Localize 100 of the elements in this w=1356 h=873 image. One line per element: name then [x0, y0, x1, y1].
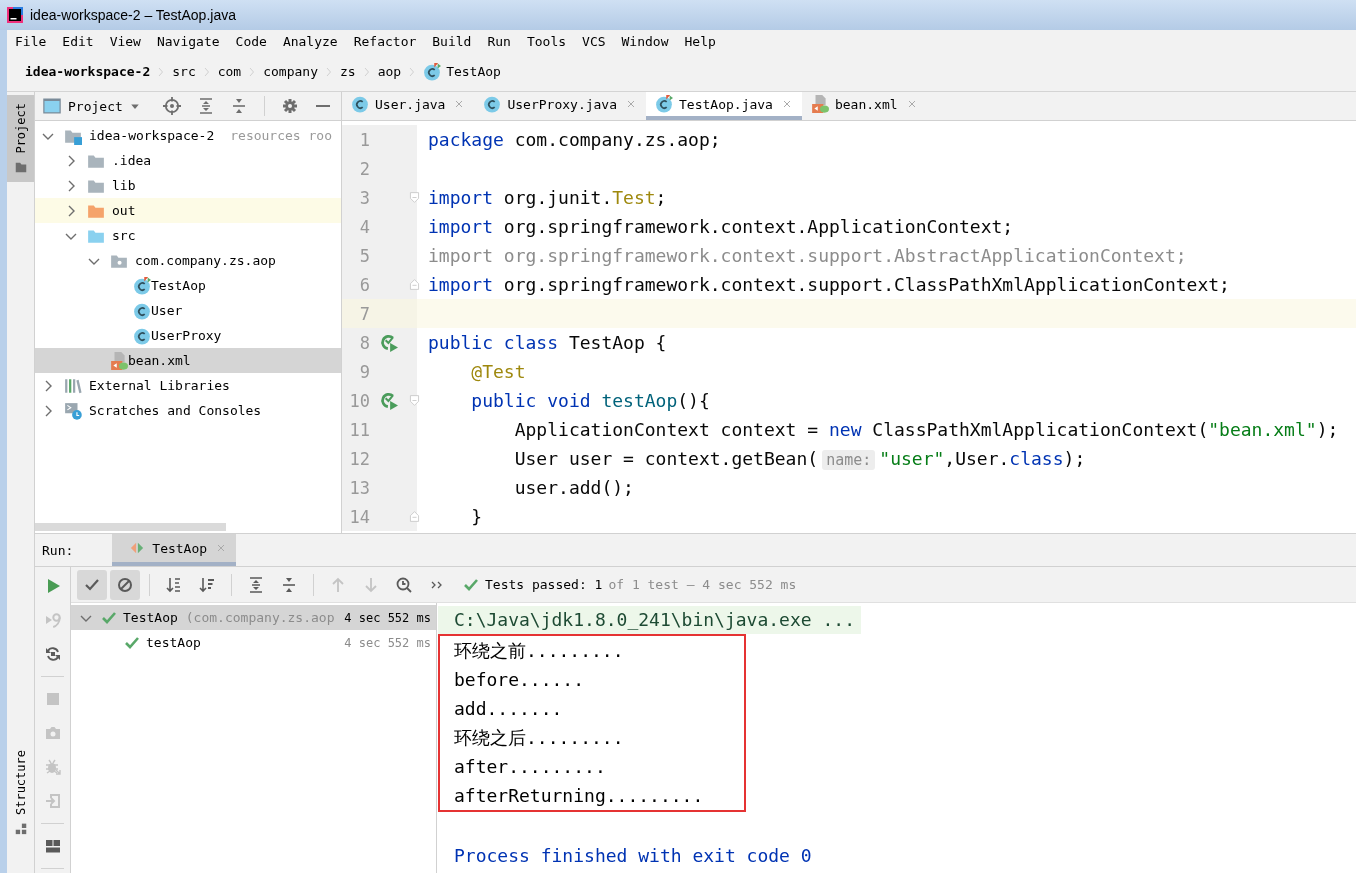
editor-tab[interactable]: User.java	[342, 92, 475, 120]
code-line: import org.springframework.context.support.ClassPathXmlApplicationContext;	[428, 274, 1230, 295]
tree-item[interactable]: TestAop	[35, 273, 341, 298]
tree-item[interactable]: com.company.zs.aop	[35, 248, 341, 273]
class-icon	[351, 95, 369, 113]
app-logo-icon	[7, 7, 23, 23]
class-icon	[133, 301, 151, 320]
console-line: afterReturning.........	[454, 784, 705, 808]
tool-window-tab[interactable]: Project	[7, 95, 34, 182]
console-line: 环绕之后.........	[454, 726, 625, 750]
breadcrumb-item[interactable]: idea-workspace-2	[25, 64, 151, 79]
fold-marker-icon[interactable]	[408, 191, 421, 204]
console-line: 环绕之前.........	[454, 639, 625, 663]
xml-file-icon	[810, 95, 829, 113]
breadcrumb-item[interactable]: TestAop	[423, 62, 501, 81]
menu-item[interactable]: View	[101, 33, 149, 49]
menu-item[interactable]: File	[7, 33, 55, 49]
editor-tab[interactable]: UserProxy.java	[474, 92, 647, 120]
breadcrumb-item[interactable]: com	[217, 64, 242, 79]
tree-item[interactable]: External Libraries	[35, 373, 341, 398]
cancel-icon[interactable]	[117, 576, 133, 593]
test-class-icon	[655, 95, 674, 113]
tree-item[interactable]: idea-workspace-2 resources roo	[35, 123, 341, 148]
tree-item[interactable]: User	[35, 298, 341, 323]
menu-item[interactable]: Analyze	[274, 33, 346, 49]
code-line: package com.company.zs.aop;	[428, 129, 721, 150]
line-number: 6	[358, 274, 370, 295]
breadcrumb-item[interactable]: aop	[377, 64, 402, 79]
console-line: add.......	[454, 697, 564, 721]
collapse-all-icon[interactable]	[281, 576, 297, 593]
run-label: Run:	[42, 542, 74, 558]
settings-icon[interactable]	[281, 98, 298, 114]
breadcrumb-item[interactable]: src	[172, 64, 196, 79]
test-class-icon	[133, 276, 151, 295]
tree-item[interactable]: .idea	[35, 148, 341, 173]
crosshair-icon[interactable]	[162, 97, 181, 115]
console-line: after.........	[454, 755, 607, 779]
tree-item-note: resources roo	[230, 128, 332, 143]
code-line: ApplicationContext context = new ClassPathXmlApplicationContext("bean.xml");	[513, 419, 1339, 440]
line-number: 14	[348, 506, 370, 527]
line-number: 9	[358, 361, 370, 382]
line-number: 7	[358, 303, 370, 324]
test-tree-item[interactable]: TestAop (com.company.zs.aop 4 sec 552 ms	[71, 605, 436, 630]
rerun-automatically-icon[interactable]	[44, 646, 61, 662]
collapse-all-icon[interactable]	[230, 98, 247, 114]
code-line: public class TestAop {	[428, 332, 667, 353]
menu-item[interactable]: Window	[613, 33, 677, 49]
editor-tab[interactable]: TestAop.java	[646, 92, 802, 120]
menu-item[interactable]: Build	[424, 33, 480, 49]
run-test-icon[interactable]	[380, 333, 398, 352]
run-test-icon[interactable]	[380, 391, 398, 410]
tool-window-tab[interactable]: Structure	[7, 741, 34, 843]
tree-item[interactable]: out	[35, 198, 341, 223]
line-number: 3	[358, 187, 370, 208]
test-summary: Tests passed: 1	[485, 577, 603, 592]
tree-item[interactable]: UserProxy	[35, 323, 341, 348]
menu-item[interactable]: Help	[676, 33, 724, 49]
editor-tab[interactable]: bean.xml	[801, 92, 927, 120]
code-line: import org.junit.Test;	[428, 187, 667, 208]
menu-item[interactable]: VCS	[574, 33, 614, 49]
test-class-path: (com.company.zs.aop	[185, 610, 335, 625]
test-duration: 4 sec 552 ms	[344, 610, 431, 625]
run-config-icon	[130, 541, 145, 555]
toolbar-button[interactable]	[110, 569, 140, 600]
line-number: 4	[358, 216, 370, 237]
menu-item[interactable]: Edit	[54, 33, 102, 49]
menu-item[interactable]: Navigate	[148, 33, 228, 49]
menu-item[interactable]: Code	[227, 33, 275, 49]
sort-alphabetically-icon[interactable]	[166, 576, 182, 593]
class-icon	[483, 95, 502, 113]
sort-by-duration-icon[interactable]	[199, 576, 215, 593]
tree-item[interactable]: Scratches and Consoles	[35, 398, 341, 423]
menu-item[interactable]: Run	[479, 33, 519, 49]
breadcrumb-item[interactable]: company	[263, 64, 318, 79]
console-exit-message: Process finished with exit code 0	[453, 844, 812, 868]
expand-all-icon[interactable]	[197, 98, 214, 114]
class-icon	[133, 326, 151, 345]
run-tab[interactable]: TestAop	[112, 534, 237, 566]
line-number: 13	[348, 477, 370, 498]
fold-marker-icon[interactable]	[408, 394, 421, 407]
tree-item[interactable]: src	[35, 223, 341, 248]
history-icon[interactable]	[396, 576, 412, 593]
line-number: 2	[358, 158, 370, 179]
fold-marker-icon[interactable]	[408, 278, 421, 291]
fold-marker-icon[interactable]	[408, 510, 421, 523]
menu-item[interactable]: Tools	[518, 33, 575, 49]
tree-item[interactable]: lib	[35, 173, 341, 198]
layout-icon[interactable]	[44, 838, 61, 854]
code-line: import org.springframework.context.support.AbstractApplicationContext;	[428, 245, 1187, 266]
expand-all-icon[interactable]	[248, 576, 264, 593]
scrollbar-thumb[interactable]	[35, 523, 226, 531]
console-line: before......	[454, 668, 586, 692]
toolbar-button[interactable]	[77, 569, 107, 600]
code-line: public void testAop(){	[470, 390, 710, 411]
breadcrumb-item[interactable]: zs	[340, 64, 356, 79]
menu-item[interactable]: Refactor	[345, 33, 425, 49]
line-number: 10	[348, 390, 370, 411]
line-number: 1	[358, 129, 370, 150]
tree-item[interactable]: bean.xml	[35, 348, 341, 373]
test-tree-item[interactable]: testAop 4 sec 552 ms	[71, 630, 436, 655]
